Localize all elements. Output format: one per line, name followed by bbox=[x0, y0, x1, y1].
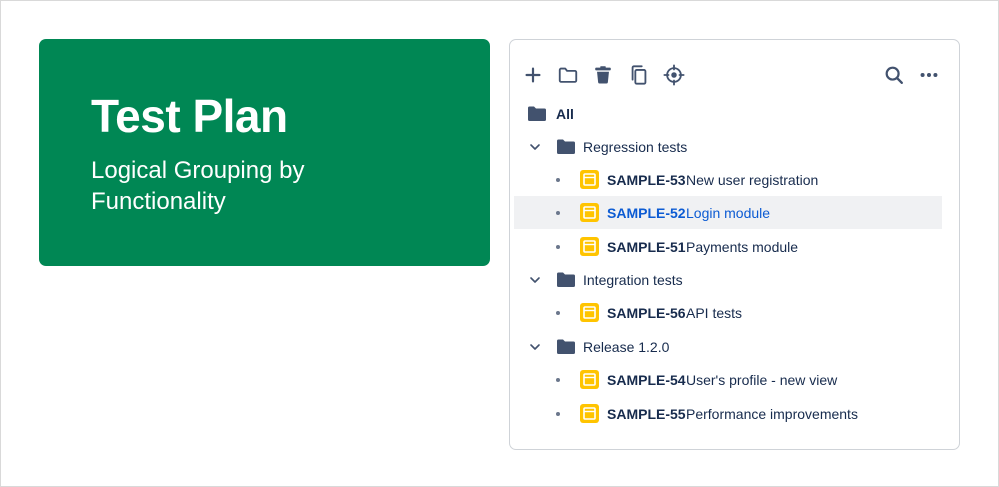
banner-title: Test Plan bbox=[91, 90, 288, 142]
issue-key: SAMPLE-52 bbox=[607, 204, 686, 221]
tree-item-sample-55[interactable]: SAMPLE-55 Performance improvements bbox=[514, 397, 942, 430]
bullet-icon bbox=[556, 245, 560, 249]
add-button[interactable] bbox=[521, 63, 545, 87]
tree-item-sample-56[interactable]: SAMPLE-56 API tests bbox=[514, 296, 942, 329]
test-case-icon bbox=[580, 170, 599, 189]
issue-title: Performance improvements bbox=[686, 405, 858, 422]
test-plan-banner: Test Plan Logical Grouping by Functional… bbox=[39, 39, 490, 266]
locate-button[interactable] bbox=[662, 63, 686, 87]
test-case-icon bbox=[580, 303, 599, 322]
issue-title: API tests bbox=[686, 304, 743, 321]
copy-icon bbox=[631, 65, 647, 85]
issue-key: SAMPLE-51 bbox=[607, 238, 686, 255]
delete-button[interactable] bbox=[591, 63, 615, 87]
issue-title: New user registration bbox=[686, 171, 819, 188]
bullet-icon bbox=[556, 378, 560, 382]
banner-subtitle: Logical Grouping by Functionality bbox=[91, 157, 305, 215]
frame: Test Plan Logical Grouping by Functional… bbox=[0, 0, 999, 487]
tree-toolbar bbox=[510, 40, 959, 100]
folder-label: Regression tests bbox=[583, 138, 688, 155]
tree-item-sample-52[interactable]: SAMPLE-52 Login module bbox=[514, 196, 942, 229]
copy-button[interactable] bbox=[627, 63, 651, 87]
issue-title: Login module bbox=[686, 204, 771, 221]
more-actions-button[interactable] bbox=[917, 63, 941, 87]
tree-root-all[interactable]: All bbox=[514, 97, 942, 130]
issue-key: SAMPLE-54 bbox=[607, 371, 686, 388]
search-icon bbox=[885, 66, 903, 84]
folder-icon bbox=[557, 272, 575, 287]
folder-icon bbox=[557, 139, 575, 154]
add-icon bbox=[525, 67, 541, 83]
test-case-icon bbox=[580, 237, 599, 256]
issue-key: SAMPLE-55 bbox=[607, 405, 686, 422]
bullet-icon bbox=[556, 211, 560, 215]
bullet-icon bbox=[556, 311, 560, 315]
trash-icon bbox=[595, 66, 611, 84]
folder-icon bbox=[558, 67, 578, 83]
issue-key: SAMPLE-53 bbox=[607, 171, 686, 188]
root-label: All bbox=[556, 105, 574, 122]
folder-label: Integration tests bbox=[583, 271, 683, 288]
chevron-down-icon[interactable] bbox=[528, 273, 542, 287]
chevron-down-icon[interactable] bbox=[528, 340, 542, 354]
folder-icon bbox=[528, 106, 546, 121]
folder-integration-tests[interactable]: Integration tests bbox=[514, 263, 942, 296]
tree-item-sample-51[interactable]: SAMPLE-51 Payments module bbox=[514, 230, 942, 263]
bullet-icon bbox=[556, 178, 560, 182]
issue-title: Payments module bbox=[686, 238, 799, 255]
more-icon bbox=[920, 72, 938, 78]
issue-key: SAMPLE-56 bbox=[607, 304, 686, 321]
issue-title: User's profile - new view bbox=[686, 371, 838, 388]
tree-item-sample-53[interactable]: SAMPLE-53 New user registration bbox=[514, 163, 942, 196]
bullet-icon bbox=[556, 412, 560, 416]
new-folder-button[interactable] bbox=[556, 63, 580, 87]
folder-icon bbox=[557, 339, 575, 354]
folder-release-1-2-0[interactable]: Release 1.2.0 bbox=[514, 330, 942, 363]
chevron-down-icon[interactable] bbox=[528, 140, 542, 154]
test-case-icon bbox=[580, 203, 599, 222]
test-case-icon bbox=[580, 404, 599, 423]
search-button[interactable] bbox=[882, 63, 906, 87]
test-plan-tree-panel: All Regression tests SAMPLE-53 New user … bbox=[509, 39, 960, 450]
folder-label: Release 1.2.0 bbox=[583, 338, 670, 355]
crosshair-icon bbox=[663, 64, 685, 86]
folder-regression-tests[interactable]: Regression tests bbox=[514, 130, 942, 163]
test-case-icon bbox=[580, 370, 599, 389]
tree-item-sample-54[interactable]: SAMPLE-54 User's profile - new view bbox=[514, 363, 942, 396]
